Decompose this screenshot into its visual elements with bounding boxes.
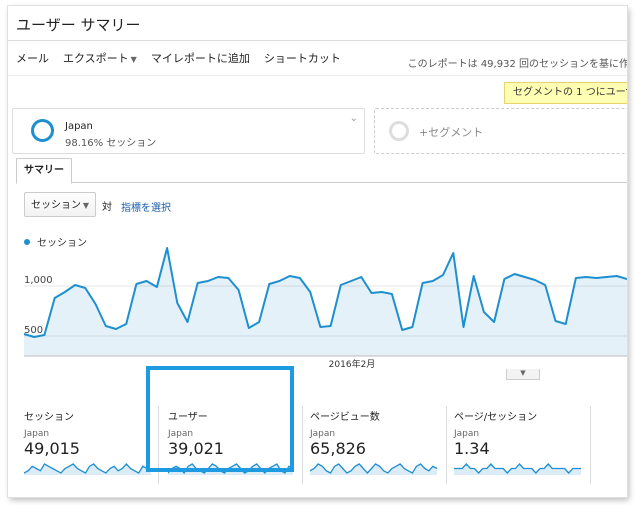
- collapse-chart-toggle[interactable]: ▼: [506, 369, 540, 380]
- divider: [446, 406, 447, 484]
- add-to-my-report-label: マイレポートに追加: [150, 52, 250, 65]
- metric-label: セッション: [24, 412, 74, 423]
- divider: [8, 40, 627, 41]
- caret-down-icon: ▼: [82, 201, 89, 210]
- pick-metric-link[interactable]: 指標を選択: [121, 199, 171, 214]
- chevron-down-icon[interactable]: ⌄: [350, 113, 358, 124]
- y-tick-label: 1,000: [24, 275, 53, 286]
- metric-label: ページビュー数: [310, 412, 380, 423]
- divider: [8, 75, 627, 76]
- metric-segment: Japan: [24, 429, 50, 439]
- legend-dot-icon: [24, 238, 30, 245]
- segment-card-japan[interactable]: Japan 98.16% セッション ⌄: [12, 108, 365, 154]
- metric-value: 49,015: [24, 439, 80, 458]
- metric-pages-per-session: ページ/セッション Japan 1.34: [454, 408, 582, 475]
- email-button[interactable]: メール: [16, 50, 49, 66]
- metric-pageviews: ページビュー数 Japan 65,826: [310, 408, 438, 475]
- divider: [590, 406, 591, 484]
- add-segment-label: +セグメント: [419, 126, 484, 139]
- segment-notice: セグメントの 1 つにユーザー: [504, 82, 627, 104]
- email-label: メール: [16, 52, 49, 65]
- sessions-area: [24, 248, 627, 356]
- shortcut-label: ショートカット: [263, 52, 341, 65]
- segment-ring-icon: [31, 119, 54, 142]
- metric-sparkline: [24, 463, 152, 475]
- metric-select-value: セッション: [31, 200, 81, 211]
- add-segment-button[interactable]: +セグメント: [374, 108, 627, 154]
- export-button[interactable]: エクスポート ▼: [63, 50, 137, 66]
- export-label: エクスポート: [63, 52, 129, 65]
- add-to-my-report-button[interactable]: マイレポートに追加: [151, 50, 250, 66]
- metric-sparkline: [310, 463, 438, 475]
- users-metric-highlight-box: [146, 366, 294, 472]
- report-toolbar: メール エクスポート ▼ マイレポートに追加 ショートカット: [16, 50, 341, 66]
- metric-segment: Japan: [454, 429, 480, 439]
- report-window: ユーザー サマリー メール エクスポート ▼ マイレポートに追加 ショートカット …: [8, 6, 627, 497]
- shortcut-button[interactable]: ショートカット: [264, 50, 341, 66]
- metric-segment: Japan: [310, 429, 336, 439]
- metric-value: 65,826: [310, 439, 366, 458]
- metric-label: ページ/セッション: [454, 412, 538, 423]
- tab-divider: [16, 182, 627, 183]
- metric-value: 1.34: [454, 439, 490, 458]
- page-title: ユーザー サマリー: [16, 16, 141, 34]
- tab-summary[interactable]: サマリー: [16, 158, 72, 184]
- empty-segment-ring-icon: [389, 121, 409, 141]
- metric-sessions: セッション Japan 49,015: [24, 408, 152, 475]
- caret-down-icon: ▼: [130, 55, 137, 64]
- versus-label: 対: [102, 202, 112, 213]
- x-axis-label: 2016年2月: [329, 358, 376, 370]
- session-basis-note: このレポートは 49,932 回のセッションを基に作成: [407, 59, 627, 70]
- metric-select[interactable]: セッション ▼: [24, 192, 96, 217]
- metric-sparkline: [454, 463, 581, 475]
- divider: [302, 406, 303, 484]
- segment-name: Japan: [65, 121, 93, 132]
- sessions-chart: 5001,0002016年2月: [23, 247, 627, 370]
- segment-percent: 98.16% セッション: [65, 138, 157, 149]
